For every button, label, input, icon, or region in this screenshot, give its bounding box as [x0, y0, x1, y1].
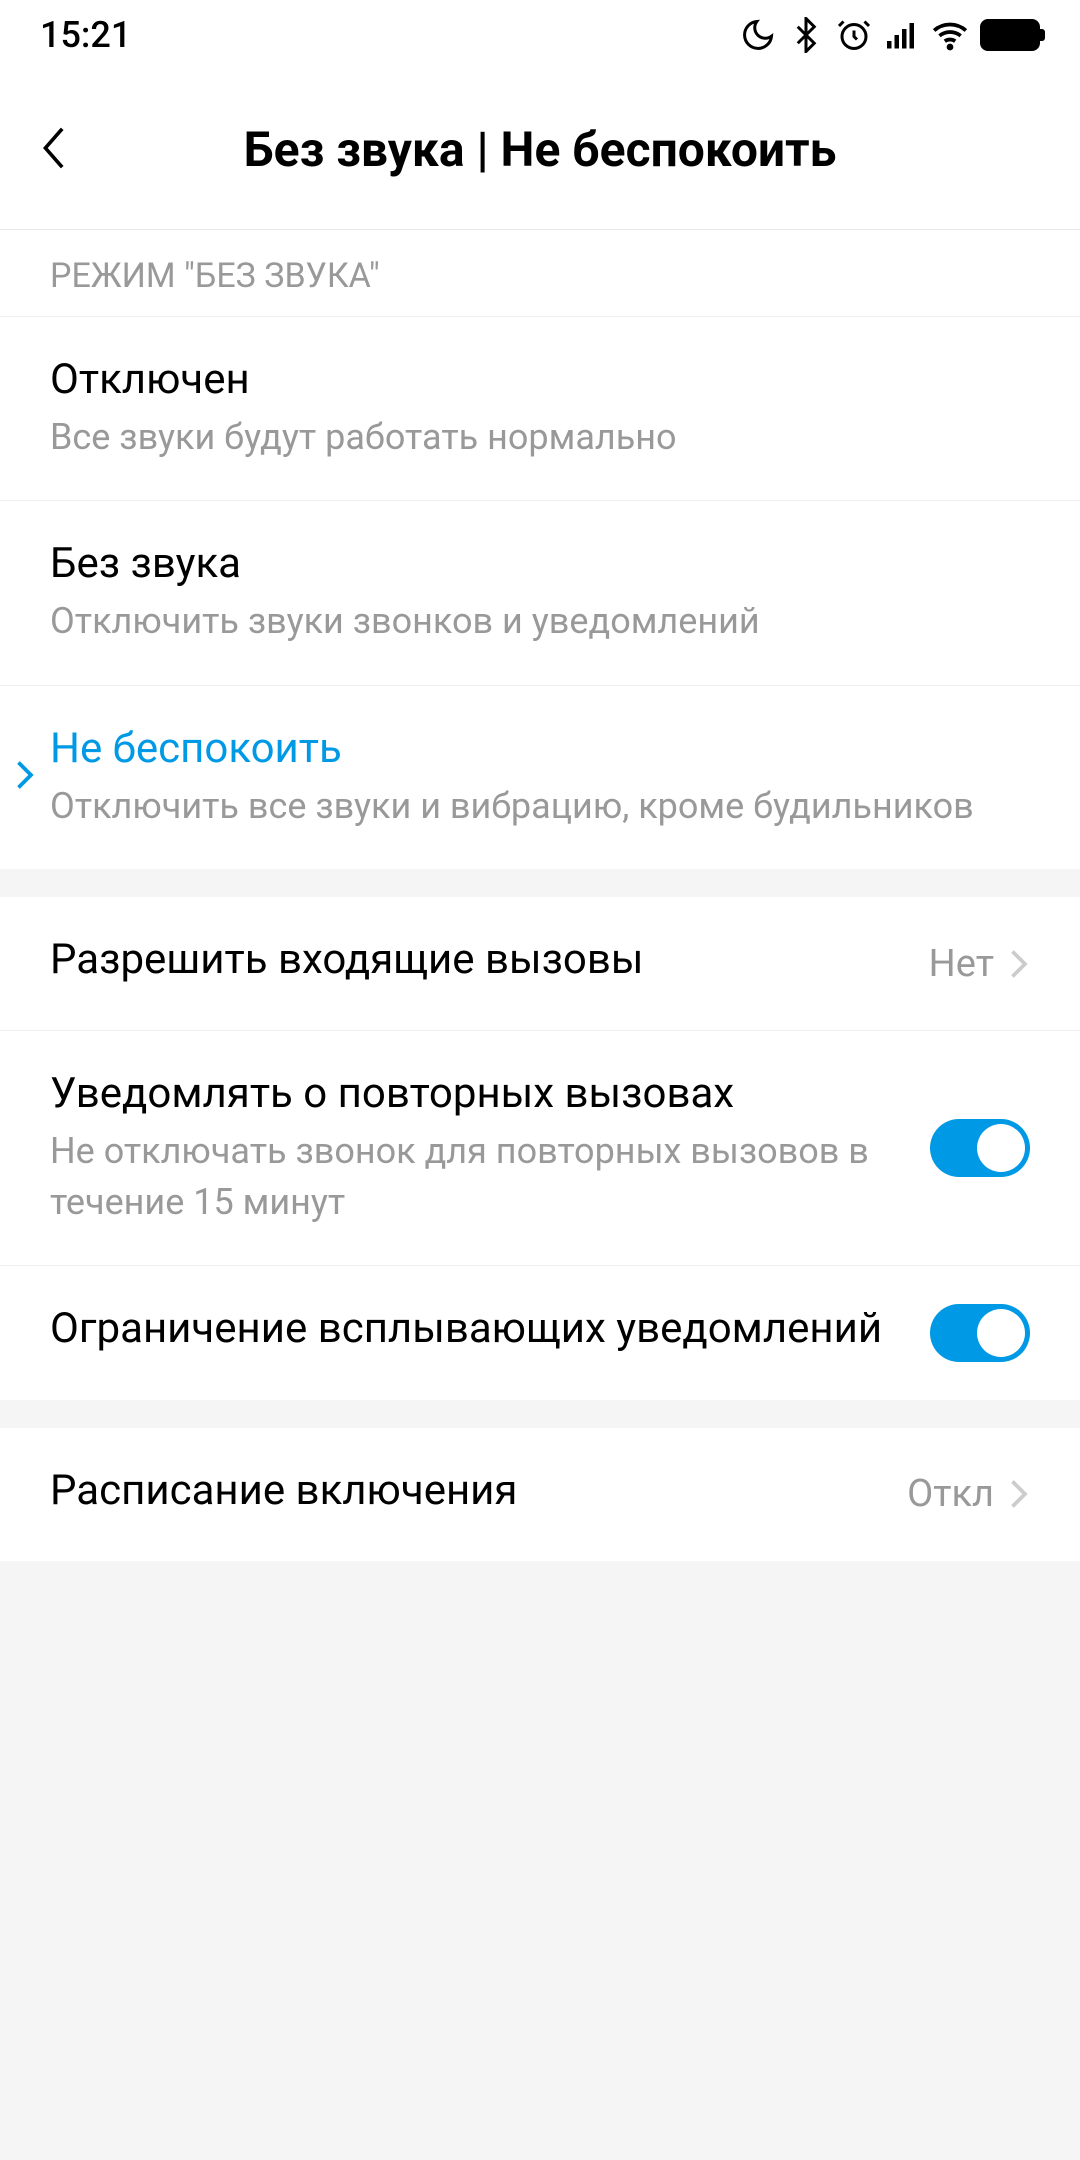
popup-limit-toggle[interactable] — [930, 1304, 1030, 1362]
moon-icon — [740, 17, 776, 53]
item-title: Ограничение всплывающих уведомлений — [50, 1304, 930, 1353]
repeat-calls-notify[interactable]: Уведомлять о повторных вызовах Не отключ… — [0, 1031, 1080, 1266]
signal-icon — [884, 17, 920, 53]
repeat-calls-toggle[interactable] — [930, 1119, 1030, 1177]
bluetooth-icon — [788, 17, 824, 53]
back-button[interactable] — [40, 124, 70, 176]
option-title: Без звука — [50, 539, 1030, 588]
section-header-silent-mode: РЕЖИМ "БЕЗ ЗВУКА" — [0, 230, 1080, 317]
toggle-knob — [977, 1309, 1025, 1357]
item-title: Разрешить входящие вызовы — [50, 935, 929, 984]
chevron-right-icon — [1010, 1478, 1030, 1510]
item-value: Нет — [929, 942, 994, 986]
schedule-item[interactable]: Расписание включения Откл — [0, 1428, 1080, 1561]
option-subtitle: Все звуки будут работать нормально — [50, 412, 1030, 462]
status-icons — [740, 17, 1040, 53]
battery-icon — [980, 19, 1040, 51]
status-bar: 15:21 — [0, 0, 1080, 70]
wifi-icon — [932, 17, 968, 53]
schedule-section: Расписание включения Откл — [0, 1428, 1080, 1561]
allow-incoming-calls[interactable]: Разрешить входящие вызовы Нет — [0, 897, 1080, 1031]
chevron-left-icon — [40, 124, 70, 172]
status-time: 15:21 — [40, 14, 131, 56]
option-disabled[interactable]: Отключен Все звуки будут работать нормал… — [0, 317, 1080, 501]
selected-indicator — [16, 760, 36, 794]
popup-limit[interactable]: Ограничение всплывающих уведомлений — [0, 1266, 1080, 1400]
option-subtitle: Отключить звуки звонков и уведомлений — [50, 596, 1030, 646]
page-title: Без звука | Не беспокоить — [40, 121, 1040, 178]
dnd-settings-section: Разрешить входящие вызовы Нет Уведомлять… — [0, 897, 1080, 1400]
alarm-icon — [836, 17, 872, 53]
option-subtitle: Отключить все звуки и вибрацию, кроме бу… — [50, 781, 1030, 831]
chevron-right-icon — [1010, 948, 1030, 980]
silent-mode-section: РЕЖИМ "БЕЗ ЗВУКА" Отключен Все звуки буд… — [0, 230, 1080, 869]
option-title: Не беспокоить — [50, 724, 1030, 773]
option-silent[interactable]: Без звука Отключить звуки звонков и увед… — [0, 501, 1080, 685]
item-title: Расписание включения — [50, 1466, 907, 1515]
option-do-not-disturb[interactable]: Не беспокоить Отключить все звуки и вибр… — [0, 686, 1080, 869]
item-subtitle: Не отключать звонок для повторных вызово… — [50, 1126, 930, 1227]
header: Без звука | Не беспокоить — [0, 70, 1080, 230]
item-title: Уведомлять о повторных вызовах — [50, 1069, 930, 1118]
option-title: Отключен — [50, 355, 1030, 404]
item-value: Откл — [907, 1472, 994, 1516]
chevron-right-icon — [16, 760, 36, 790]
toggle-knob — [977, 1124, 1025, 1172]
